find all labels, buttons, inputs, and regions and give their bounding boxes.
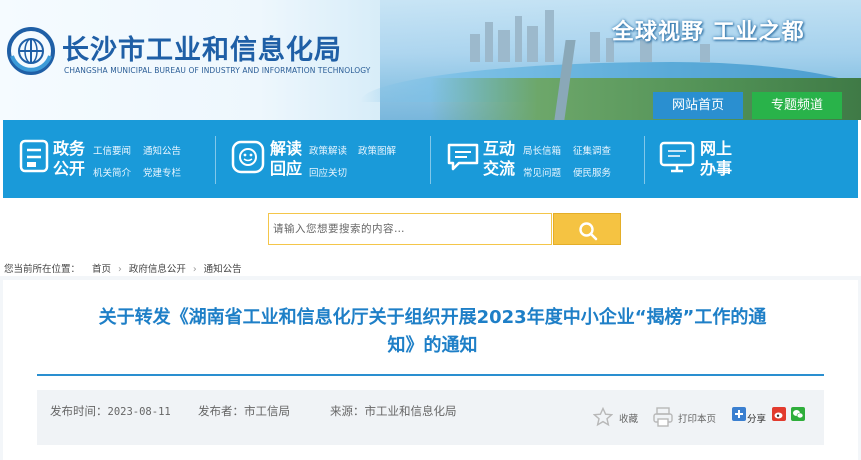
- search-icon: [579, 222, 598, 241]
- nav-link-mailbox[interactable]: 局长信箱: [523, 143, 561, 157]
- share-plus-icon[interactable]: [732, 407, 746, 421]
- bureau-logo-icon[interactable]: [6, 26, 56, 76]
- nav-divider: [215, 136, 216, 184]
- search-input[interactable]: 请输入您想要搜索的内容…: [268, 213, 552, 245]
- nav-group-interpretation: 解读 回应 政策解读 政策图解 回应关切: [218, 120, 433, 198]
- nav-link-notices[interactable]: 通知公告: [143, 143, 181, 157]
- breadcrumb-prefix: 您当前所在位置：: [4, 264, 81, 275]
- publish-time: 发布时间：2023-08-11: [50, 403, 171, 419]
- breadcrumb-gov-info[interactable]: 政府信息公开: [129, 261, 186, 275]
- chevron-right-icon: ›: [192, 264, 197, 275]
- nav-group-interaction: 互动 交流 局长信箱 征集调查 常见问题 便民服务: [433, 120, 643, 198]
- article-title-line1: 关于转发《湖南省工业和信息化厅关于组织开展2023年度中小企业“揭榜”工作的通: [98, 307, 767, 328]
- slogan: 全球视野 工业之都: [612, 20, 805, 45]
- site-name-en: CHANGSHA MUNICIPAL BUREAU OF INDUSTRY AN…: [64, 66, 371, 75]
- chat-face-icon: [231, 140, 265, 174]
- weibo-icon[interactable]: [772, 407, 786, 421]
- nav-link-news[interactable]: 工信要闻: [93, 143, 131, 157]
- nav-link-intro[interactable]: 机关简介: [93, 165, 131, 179]
- nav-topics-link[interactable]: 专题频道: [752, 92, 842, 119]
- nav-link-party[interactable]: 党建专栏: [143, 165, 181, 179]
- nav-title-interact-1[interactable]: 互动: [483, 139, 523, 159]
- article-title-line2: 知》的通知: [387, 335, 478, 356]
- nav-link-service[interactable]: 便民服务: [573, 165, 611, 179]
- nav-link-policy-graphic[interactable]: 政策图解: [358, 143, 396, 157]
- article-meta-bar: 发布时间：2023-08-11 发布者：市工信局 来源：市工业和信息化局 收藏 …: [37, 390, 824, 445]
- source-label: 来源：: [330, 404, 365, 418]
- nav-link-survey[interactable]: 征集调查: [573, 143, 611, 157]
- publish-time-value: 2023-08-11: [107, 406, 171, 418]
- breadcrumb-home[interactable]: 首页: [92, 261, 111, 275]
- wechat-icon[interactable]: [791, 407, 805, 421]
- nav-title-policy-2[interactable]: 回应: [270, 159, 310, 179]
- star-icon[interactable]: [593, 407, 613, 427]
- nav-title-gov-2[interactable]: 公开: [53, 159, 93, 179]
- nav-group-online-service[interactable]: 网上 办事: [648, 120, 858, 198]
- source-value: 市工业和信息化局: [364, 404, 457, 418]
- publisher: 发布者：市工信局: [198, 403, 290, 419]
- breadcrumb-notices[interactable]: 通知公告: [204, 261, 242, 275]
- document-icon: [19, 139, 49, 173]
- article-title: 关于转发《湖南省工业和信息化厅关于组织开展2023年度中小企业“揭榜”工作的通 …: [40, 304, 825, 360]
- nav-home-link[interactable]: 网站首页: [653, 92, 743, 119]
- nav-title-online-2[interactable]: 办事: [700, 159, 740, 179]
- print-button[interactable]: 打印本页: [678, 411, 716, 425]
- publisher-value: 市工信局: [244, 404, 290, 418]
- chat-bubble-icon: [447, 143, 479, 171]
- share-button[interactable]: 分享: [747, 411, 766, 425]
- nav-link-response[interactable]: 回应关切: [309, 165, 347, 179]
- site-name[interactable]: 长沙市工业和信息化局: [62, 28, 342, 67]
- nav-title-gov-1[interactable]: 政务: [53, 139, 93, 159]
- nav-group-gov-affairs: 政务 公开 工信要闻 通知公告 机关简介 党建专栏: [3, 120, 213, 198]
- title-divider: [37, 374, 824, 376]
- favorite-button[interactable]: 收藏: [619, 411, 638, 425]
- search-button[interactable]: [553, 213, 621, 245]
- header-banner: 长沙市工业和信息化局 CHANGSHA MUNICIPAL BUREAU OF …: [0, 0, 861, 120]
- nav-divider: [644, 136, 645, 184]
- nav-title-policy-1[interactable]: 解读: [270, 139, 310, 159]
- breadcrumb: 您当前所在位置： 首页 › 政府信息公开 › 通知公告: [4, 261, 242, 275]
- nav-link-policy-interpret[interactable]: 政策解读: [309, 143, 347, 157]
- publisher-label: 发布者：: [198, 404, 244, 418]
- chevron-right-icon: ›: [118, 264, 122, 275]
- monitor-icon: [659, 141, 695, 173]
- nav-title-online-1[interactable]: 网上: [700, 139, 740, 159]
- publish-time-label: 发布时间：: [50, 404, 108, 418]
- main-nav: 政务 公开 工信要闻 通知公告 机关简介 党建专栏 解读 回应 政策解读 政策图…: [3, 120, 858, 198]
- printer-icon[interactable]: [652, 406, 674, 428]
- nav-divider: [430, 136, 431, 184]
- nav-title-interact-2[interactable]: 交流: [483, 159, 523, 179]
- nav-link-faq[interactable]: 常见问题: [523, 165, 561, 179]
- source: 来源：市工业和信息化局: [330, 403, 457, 419]
